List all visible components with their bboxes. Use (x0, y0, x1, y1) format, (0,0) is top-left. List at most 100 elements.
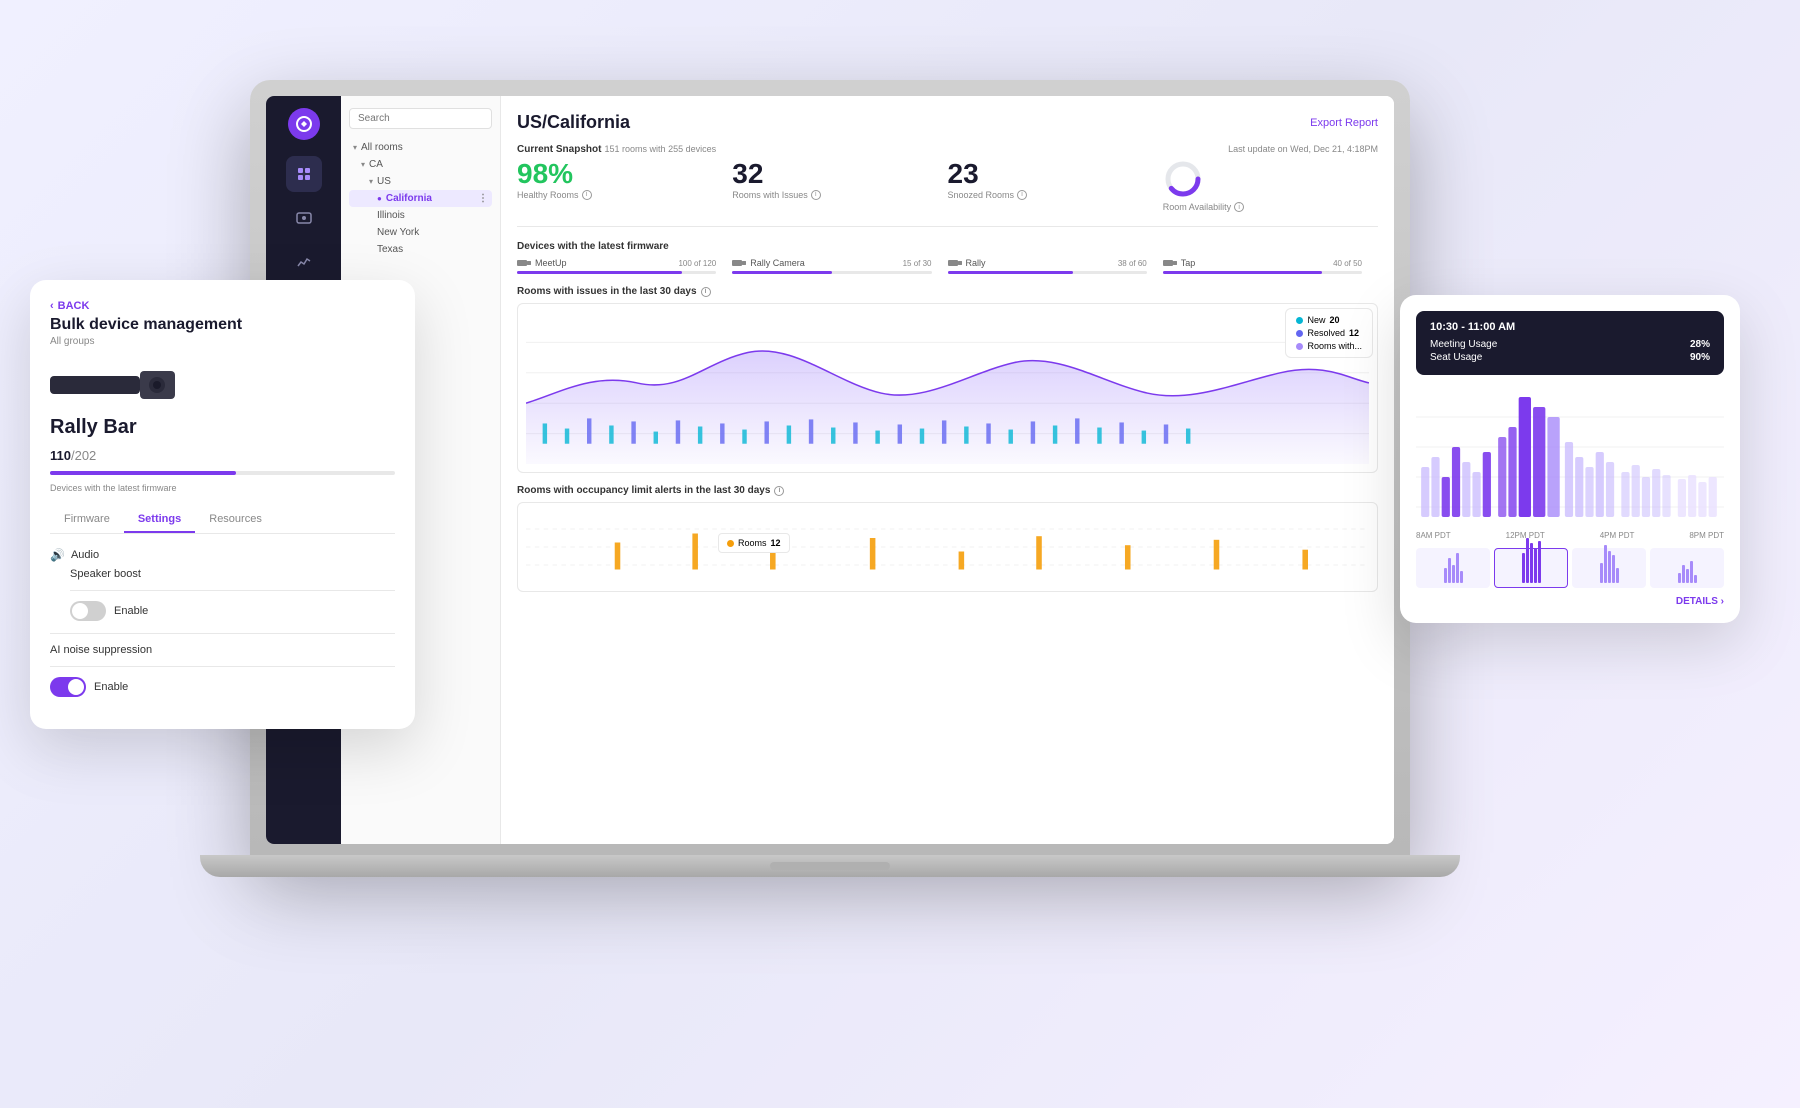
laptop-base (200, 855, 1460, 877)
sidebar-icon-analytics[interactable] (286, 244, 322, 280)
device-count: 110 (50, 448, 71, 463)
tab-firmware[interactable]: Firmware (50, 507, 124, 533)
rooms-issues-chart-section: Rooms with issues in the last 30 days i (517, 286, 1378, 473)
availability-label: Room Availability i (1163, 202, 1362, 212)
nav-item-ca[interactable]: ▾ CA (349, 156, 492, 173)
mini-charts-row (1416, 548, 1724, 588)
rooms-issues-chart-title: Rooms with issues in the last 30 days i (517, 286, 1378, 297)
nav-item-new-york[interactable]: New York (349, 224, 492, 241)
firmware-meetup: MeetUp 100 of 120 (517, 258, 732, 274)
healthy-rooms-label: Healthy Rooms i (517, 190, 716, 200)
tab-settings[interactable]: Settings (124, 507, 195, 533)
snoozed-value: 23 (948, 159, 1147, 190)
ai-noise-toggle[interactable]: Enable (50, 677, 395, 697)
details-link[interactable]: DETAILS › (1416, 596, 1724, 607)
tooltip-time: 10:30 - 11:00 AM (1430, 321, 1710, 333)
laptop-screen: ▾ All rooms ▾ CA ▾ US ● California ⋮ Ill… (266, 96, 1394, 844)
occupancy-chart-info-icon: i (774, 486, 784, 496)
snapshot-update: Last update on Wed, Dec 21, 4:18PM (1228, 144, 1378, 154)
metric-snoozed: 23 Snoozed Rooms i (948, 159, 1163, 212)
bulk-subtitle: All groups (50, 336, 395, 347)
tabs-row: Firmware Settings Resources (50, 507, 395, 534)
device-progress-fill (50, 471, 236, 475)
bulk-title: Bulk device management (50, 316, 395, 334)
legend-rooms-with: Rooms with... (1307, 341, 1362, 351)
back-button[interactable]: ‹ BACK (50, 300, 395, 312)
rooms-issues-label: Rooms with Issues i (732, 190, 931, 200)
nav-item-us[interactable]: ▾ US (349, 173, 492, 190)
nav-item-california[interactable]: ● California ⋮ (349, 190, 492, 207)
time-8am: 8AM PDT (1416, 531, 1451, 540)
metric-rooms-issues: 32 Rooms with Issues i (732, 159, 947, 212)
ai-noise-toggle-label: Enable (94, 681, 128, 693)
legend-new: New (1307, 315, 1325, 325)
metric-healthy-rooms: 98% Healthy Rooms i (517, 159, 732, 212)
usage-bar-chart (1416, 387, 1724, 527)
speaker-boost-toggle[interactable]: Enable (70, 601, 395, 621)
snapshot-sub: 151 rooms with 255 devices (605, 144, 717, 154)
mini-chart-3[interactable] (1572, 548, 1646, 588)
audio-icon: 🔊 (50, 548, 65, 562)
device-progress-bar (50, 471, 395, 475)
occupancy-chart-title: Rooms with occupancy limit alerts in the… (517, 485, 1378, 496)
occupancy-legend-rooms: Rooms (738, 538, 767, 548)
firmware-device-rally-camera: Rally Camera 15 of 30 (732, 258, 931, 268)
nav-item-all-rooms[interactable]: ▾ All rooms (349, 139, 492, 156)
tooltip-seat-usage: Seat Usage 90% (1430, 352, 1710, 363)
nav-item-texas[interactable]: Texas (349, 241, 492, 258)
main-header: US/California Export Report (517, 112, 1378, 133)
nav-item-illinois[interactable]: Illinois (349, 207, 492, 224)
app-logo[interactable] (288, 108, 320, 140)
info-icon-4: i (1234, 202, 1244, 212)
rooms-issues-value: 32 (732, 159, 931, 190)
time-4pm: 4PM PDT (1600, 531, 1635, 540)
firmware-items: MeetUp 100 of 120 Rally Camera 15 of 30 (517, 258, 1378, 274)
device-image (50, 361, 180, 406)
device-name: Rally Bar (50, 416, 395, 439)
firmware-label: Devices with the latest firmware (50, 483, 395, 493)
snapshot-header: Current Snapshot 151 rooms with 255 devi… (517, 143, 1378, 155)
export-report-link[interactable]: Export Report (1310, 117, 1378, 129)
snoozed-label: Snoozed Rooms i (948, 190, 1147, 200)
ai-noise-label: AI noise suppression (50, 644, 395, 656)
occupancy-chart: Rooms 12 (517, 502, 1378, 592)
time-8pm: 8PM PDT (1689, 531, 1724, 540)
firmware-title: Devices with the latest firmware (517, 241, 1378, 252)
laptop-shell: ▾ All rooms ▾ CA ▾ US ● California ⋮ Ill… (250, 80, 1410, 860)
firmware-device-tap: Tap 40 of 50 (1163, 258, 1362, 268)
ai-noise-switch[interactable] (50, 677, 86, 697)
page-title: US/California (517, 112, 630, 133)
bulk-device-card: ‹ BACK Bulk device management All groups… (30, 280, 415, 729)
sidebar-icon-home[interactable] (286, 156, 322, 192)
occupancy-chart-section: Rooms with occupancy limit alerts in the… (517, 485, 1378, 592)
info-icon-2: i (811, 190, 821, 200)
sidebar-icon-devices[interactable] (286, 200, 322, 236)
tooltip-meeting-usage: Meeting Usage 28% (1430, 339, 1710, 350)
time-labels: 8AM PDT 12PM PDT 4PM PDT 8PM PDT (1416, 531, 1724, 540)
info-icon-3: i (1017, 190, 1027, 200)
back-arrow-icon: ‹ (50, 300, 54, 312)
setting-ai-noise: AI noise suppression Enable (50, 644, 395, 697)
metrics-row: 98% Healthy Rooms i 32 Rooms with Issues… (517, 159, 1378, 227)
tab-resources[interactable]: Resources (195, 507, 276, 533)
mini-chart-2[interactable] (1494, 548, 1568, 588)
mini-chart-1[interactable] (1416, 548, 1490, 588)
firmware-section: Devices with the latest firmware MeetUp … (517, 241, 1378, 274)
info-icon: i (582, 190, 592, 200)
mini-chart-4[interactable] (1650, 548, 1724, 588)
main-content: US/California Export Report Current Snap… (501, 96, 1394, 844)
metric-availability: Room Availability i (1163, 159, 1378, 212)
healthy-rooms-value: 98% (517, 159, 716, 190)
rooms-issues-chart: New 20 Resolved 12 Rooms with... (517, 303, 1378, 473)
device-total: /202 (71, 448, 96, 463)
speaker-boost-label: Speaker boost (70, 568, 395, 580)
audio-label: 🔊 Audio (50, 548, 395, 562)
snapshot-label: Current Snapshot (517, 144, 601, 155)
search-input[interactable] (349, 108, 492, 129)
firmware-rally-camera: Rally Camera 15 of 30 (732, 258, 947, 274)
usage-tooltip: 10:30 - 11:00 AM Meeting Usage 28% Seat … (1416, 311, 1724, 375)
setting-audio: 🔊 Audio Speaker boost Enable (50, 548, 395, 621)
firmware-rally: Rally 38 of 60 (948, 258, 1163, 274)
speaker-boost-switch[interactable] (70, 601, 106, 621)
firmware-tap: Tap 40 of 50 (1163, 258, 1378, 274)
